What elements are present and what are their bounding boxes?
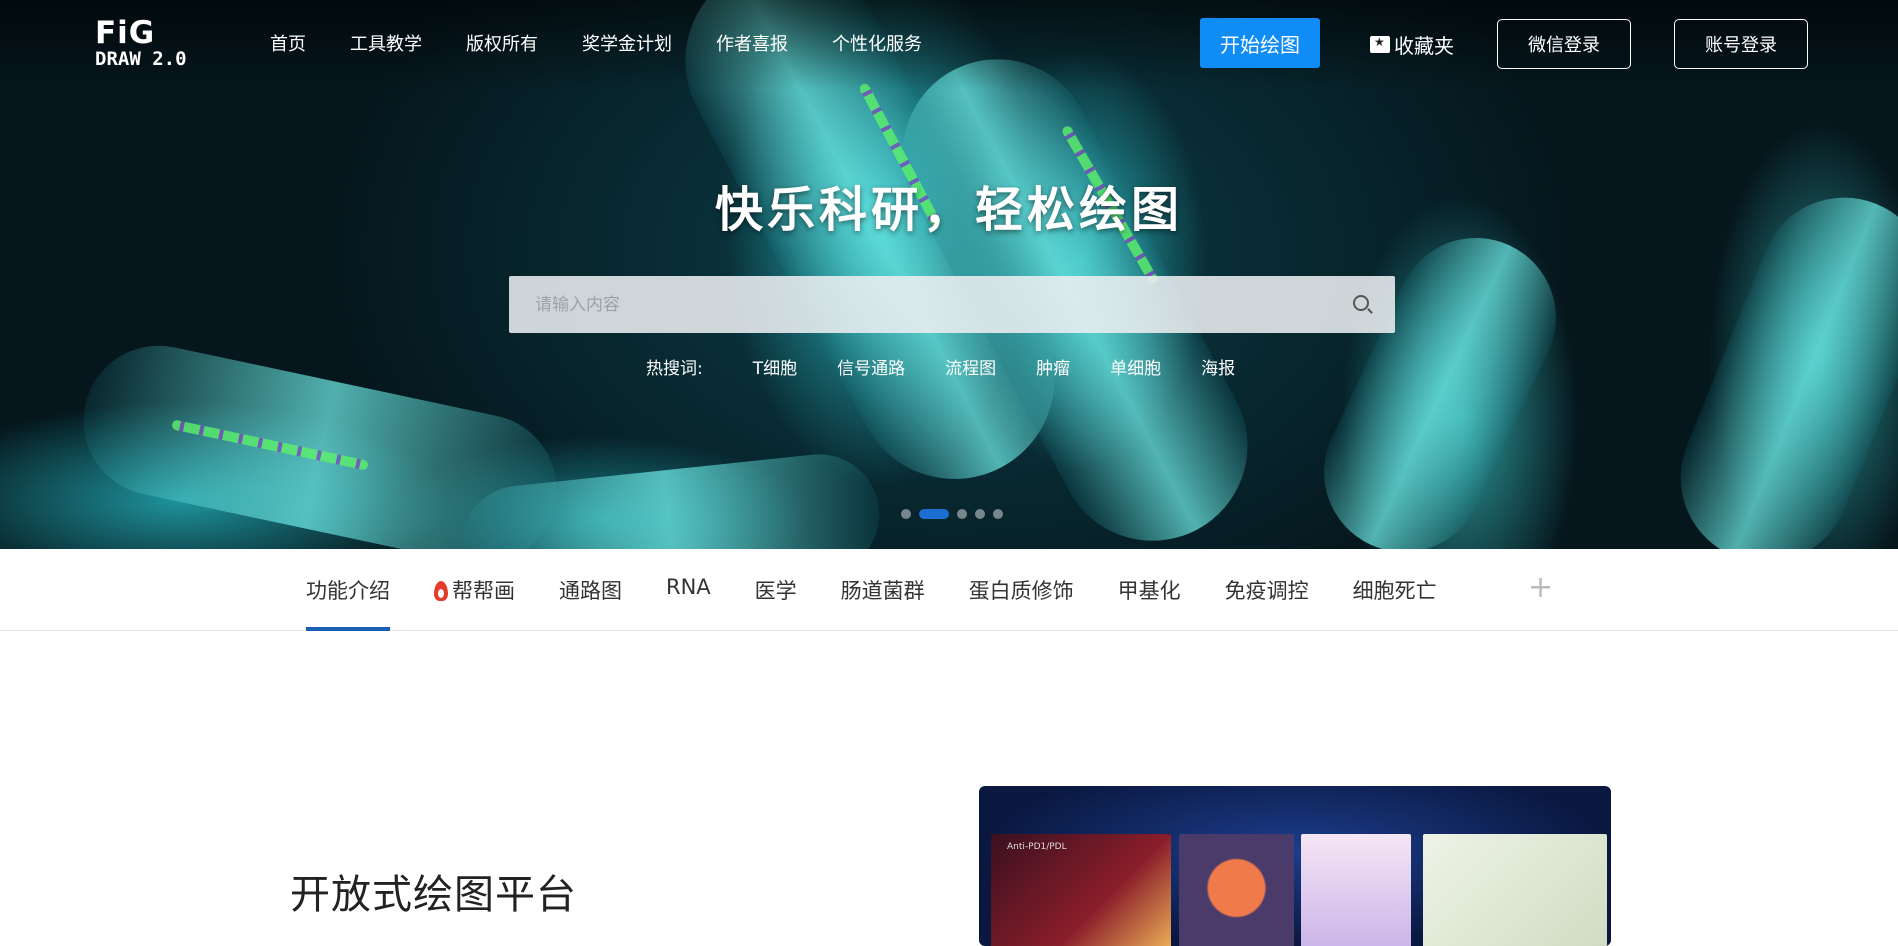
chromosome-decoration (1297, 211, 1583, 549)
tab-gut-microbiota[interactable]: 肠道菌群 (841, 575, 925, 631)
carousel-dot[interactable] (993, 509, 1003, 519)
nav-links: 首页 工具教学 版权所有 奖学金计划 作者喜报 个性化服务 (270, 30, 966, 56)
hot-tag[interactable]: T细胞 (753, 354, 797, 379)
category-tabs: 功能介绍 帮帮画 通路图 RNA 医学 肠道菌群 蛋白质修饰 甲基化 免疫调控 … (0, 549, 1898, 631)
start-drawing-button[interactable]: 开始绘图 (1200, 18, 1320, 68)
showcase-panel (1423, 834, 1607, 946)
flame-icon (434, 581, 448, 601)
hot-search-label: 热搜词: (646, 359, 703, 379)
tab-pathway[interactable]: 通路图 (559, 575, 622, 631)
carousel-dot[interactable] (901, 509, 911, 519)
showcase-image: Anti-PD1/PDL (979, 786, 1611, 946)
wechat-login-button[interactable]: 微信登录 (1497, 19, 1631, 69)
showcase-panel (1301, 834, 1411, 946)
figdraw-logo[interactable]: FiG DRAW 2.0 (95, 18, 187, 69)
top-navbar: FiG DRAW 2.0 首页 工具教学 版权所有 奖学金计划 作者喜报 个性化… (0, 0, 1898, 90)
search-bar (509, 276, 1395, 333)
search-input[interactable] (509, 276, 1329, 333)
favorites-link[interactable]: 收藏夹 (1370, 30, 1454, 59)
carousel-dot[interactable] (975, 509, 985, 519)
hot-tag[interactable]: 信号通路 (837, 354, 905, 379)
logo-version: DRAW 2.0 (95, 48, 187, 70)
hot-search-terms: 热搜词: T细胞 信号通路 流程图 肿瘤 单细胞 海报 (646, 354, 1275, 379)
tab-help-draw[interactable]: 帮帮画 (434, 575, 515, 631)
tab-label: 帮帮画 (452, 579, 515, 603)
tab-list: 功能介绍 帮帮画 通路图 RNA 医学 肠道菌群 蛋白质修饰 甲基化 免疫调控 … (306, 575, 1481, 631)
hero-headline: 快乐科研，轻松绘图 (714, 182, 1183, 238)
tab-methylation[interactable]: 甲基化 (1118, 575, 1181, 631)
favorites-label: 收藏夹 (1394, 34, 1454, 58)
plus-icon[interactable]: + (1528, 573, 1553, 603)
logo-text: FiG (95, 15, 156, 51)
showcase-label: Anti-PD1/PDL (1007, 842, 1067, 852)
hot-tag[interactable]: 肿瘤 (1036, 354, 1070, 379)
tab-features[interactable]: 功能介绍 (306, 575, 390, 631)
nav-link-author-news[interactable]: 作者喜报 (716, 30, 788, 56)
section-title: 开放式绘图平台 (290, 872, 577, 918)
nav-link-copyright[interactable]: 版权所有 (466, 30, 538, 56)
search-icon[interactable] (1353, 295, 1369, 311)
tab-cell-death[interactable]: 细胞死亡 (1353, 575, 1437, 631)
nav-link-home[interactable]: 首页 (270, 30, 306, 56)
hero-banner: FiG DRAW 2.0 首页 工具教学 版权所有 奖学金计划 作者喜报 个性化… (0, 0, 1898, 549)
nav-link-scholarship[interactable]: 奖学金计划 (582, 30, 672, 56)
showcase-panel (1179, 834, 1294, 946)
account-login-button[interactable]: 账号登录 (1674, 19, 1808, 69)
folder-star-icon (1370, 35, 1390, 53)
carousel-dot[interactable] (957, 509, 967, 519)
carousel-dot-active[interactable] (919, 509, 949, 519)
tab-protein-modification[interactable]: 蛋白质修饰 (969, 575, 1074, 631)
nav-link-custom-service[interactable]: 个性化服务 (832, 30, 922, 56)
nav-link-tutorial[interactable]: 工具教学 (350, 30, 422, 56)
tab-medicine[interactable]: 医学 (755, 575, 797, 631)
hot-tag[interactable]: 单细胞 (1110, 354, 1161, 379)
tab-immune-regulation[interactable]: 免疫调控 (1225, 575, 1309, 631)
hot-tag[interactable]: 海报 (1201, 354, 1235, 379)
carousel-indicators (901, 509, 1003, 519)
tab-rna[interactable]: RNA (666, 575, 711, 631)
hot-tag[interactable]: 流程图 (945, 354, 996, 379)
